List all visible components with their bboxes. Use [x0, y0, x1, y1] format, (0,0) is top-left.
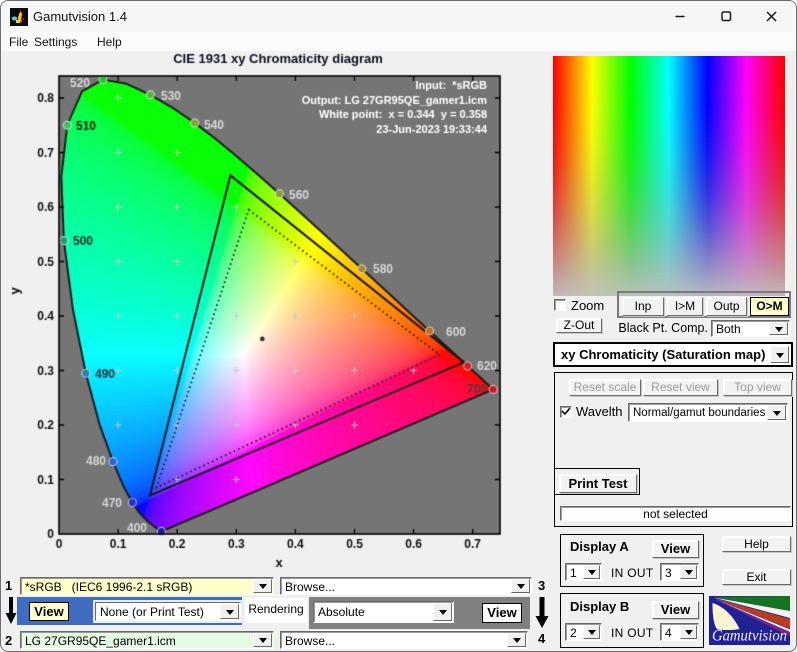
svg-text:Gamutvision: Gamutvision [712, 628, 787, 645]
